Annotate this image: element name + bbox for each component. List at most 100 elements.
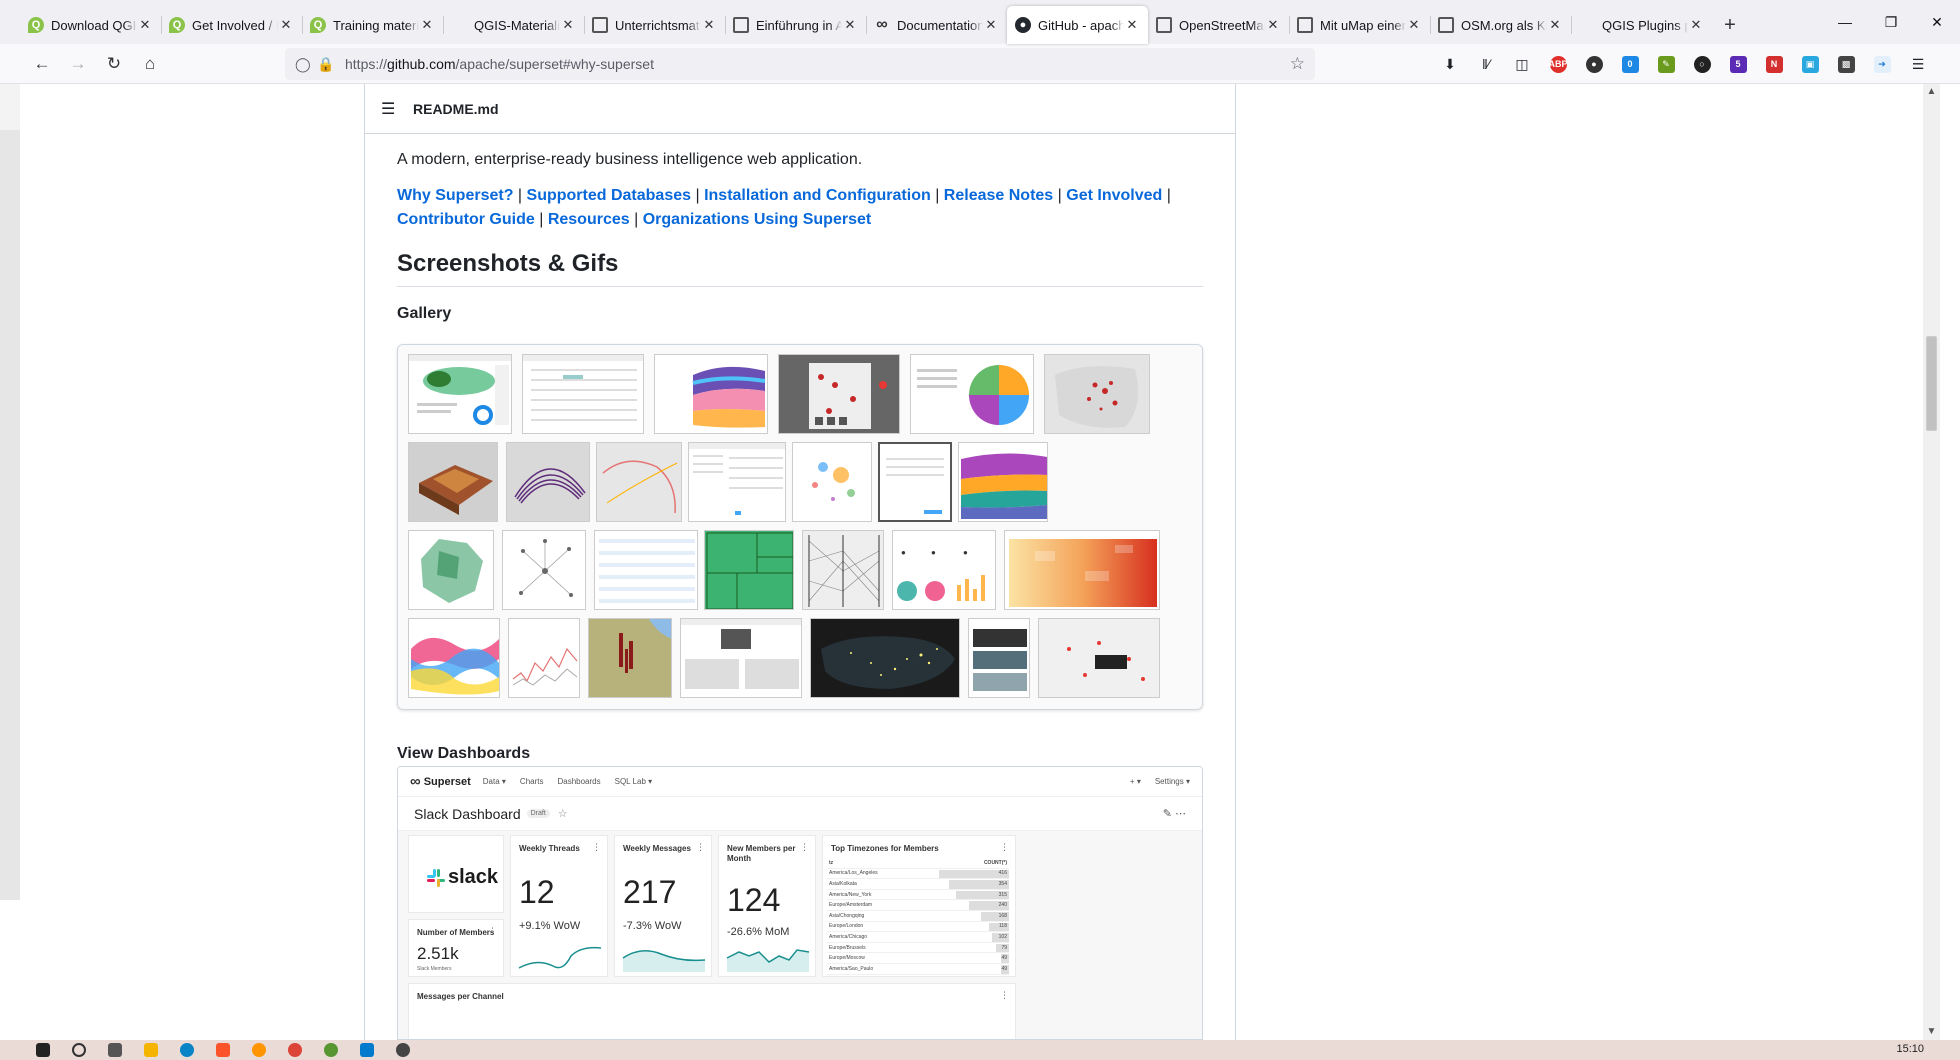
gallery-thumb-3d-bars[interactable]	[588, 618, 672, 698]
gallery-thumb-dashboard-dark[interactable]	[778, 354, 900, 434]
qr-code-icon[interactable]: ▩	[1828, 48, 1864, 80]
gallery-thumb-night-lights[interactable]	[810, 618, 960, 698]
gallery-thumb-explore[interactable]	[688, 442, 786, 522]
gallery-thumb-network[interactable]	[502, 530, 586, 610]
privacy-badger-icon[interactable]: ●	[1576, 48, 1612, 80]
edge-icon[interactable]	[180, 1043, 194, 1057]
gallery-thumb-table[interactable]	[522, 354, 644, 434]
home-button[interactable]: ⌂	[132, 48, 168, 80]
gallery-thumb-parallel[interactable]	[802, 530, 884, 610]
tab-close-icon[interactable]: ✕	[278, 17, 294, 33]
gallery-thumb-pivot-table[interactable]	[594, 530, 698, 610]
browser-tab[interactable]: Einführung in Ai ✕	[725, 6, 866, 44]
tab-close-icon[interactable]: ✕	[983, 17, 999, 33]
gallery-thumb-path-map[interactable]	[596, 442, 682, 522]
tab-close-icon[interactable]: ✕	[419, 17, 435, 33]
browser-tab[interactable]: ∞ Documentation ✕	[866, 6, 1007, 44]
gallery-thumb-treemap[interactable]	[704, 530, 794, 610]
shield-icon[interactable]: ◯	[295, 56, 317, 73]
extension-camera-icon[interactable]: ▣	[1792, 48, 1828, 80]
browser-tab[interactable]: Q Get Involved / D ✕	[161, 6, 302, 44]
gallery-thumb-tooltip-map[interactable]	[1038, 618, 1160, 698]
downloads-icon[interactable]: ⬇	[1432, 48, 1468, 80]
dashboard-preview-image[interactable]: ∞ Superset Data ▾ Charts Dashboards SQL L…	[397, 766, 1203, 1040]
gallery-thumb-dashboard-light[interactable]	[680, 618, 802, 698]
gallery-thumb-modal[interactable]	[878, 442, 952, 522]
outline-list-icon[interactable]: ☰	[381, 99, 395, 119]
readme-link[interactable]: Supported Databases	[527, 187, 691, 204]
restore-button[interactable]: ❐	[1868, 0, 1914, 44]
readme-link[interactable]: Organizations Using Superset	[643, 211, 871, 228]
gallery-image[interactable]: ● ● ●	[397, 344, 1203, 710]
browser-tab[interactable]: OpenStreetMap ✕	[1148, 6, 1289, 44]
gallery-thumb-line-chart[interactable]	[508, 618, 580, 698]
gallery-thumb-bubble[interactable]	[792, 442, 872, 522]
browser-tab[interactable]: Q Download QGIS ✕	[20, 6, 161, 44]
readme-link[interactable]: Contributor Guide	[397, 211, 535, 228]
search-icon[interactable]	[72, 1043, 86, 1057]
readme-link[interactable]: Resources	[548, 211, 630, 228]
extension-globe-icon[interactable]: ○	[1684, 48, 1720, 80]
chrome-icon[interactable]	[288, 1043, 302, 1057]
back-button[interactable]: ←	[24, 48, 60, 80]
library-icon[interactable]: ‖⁄	[1468, 48, 1504, 80]
gallery-thumb-france-map[interactable]	[408, 530, 494, 610]
brave-icon[interactable]	[216, 1043, 230, 1057]
extension-pencil-icon[interactable]: ✎	[1648, 48, 1684, 80]
tab-close-icon[interactable]: ✕	[1547, 17, 1563, 33]
gallery-thumb-area-stack[interactable]	[958, 442, 1048, 522]
extension-arrow-icon[interactable]: ➔	[1864, 48, 1900, 80]
menu-icon[interactable]: ☰	[1900, 48, 1936, 80]
gallery-thumb-kpis[interactable]: ● ● ●	[892, 530, 996, 610]
reload-button[interactable]: ↻	[96, 48, 132, 80]
tab-close-icon[interactable]: ✕	[842, 17, 858, 33]
close-window-button[interactable]: ✕	[1914, 0, 1960, 44]
vscode-icon[interactable]	[360, 1043, 374, 1057]
adblock-icon[interactable]: ABP	[1540, 48, 1576, 80]
readme-link[interactable]: Get Involved	[1066, 187, 1162, 204]
browser-tab[interactable]: Mit uMap einen ✕	[1289, 6, 1430, 44]
gallery-thumb-heatmap[interactable]	[1004, 530, 1160, 610]
tab-close-icon[interactable]: ✕	[137, 17, 153, 33]
start-icon[interactable]	[36, 1043, 50, 1057]
extension-news-icon[interactable]: N	[1756, 48, 1792, 80]
tab-close-icon[interactable]: ✕	[1688, 17, 1704, 33]
browser-tab[interactable]: QGIS Plugins planet✕	[1571, 6, 1712, 44]
scroll-up-icon[interactable]: ▲	[1923, 86, 1940, 97]
bookmark-star-icon[interactable]: ☆	[1290, 54, 1305, 74]
readme-link[interactable]: Installation and Configuration	[704, 187, 931, 204]
scroll-down-icon[interactable]: ▼	[1923, 1026, 1940, 1037]
tab-close-icon[interactable]: ✕	[1124, 17, 1140, 33]
readme-link[interactable]: Why Superset?	[397, 187, 513, 204]
readme-link[interactable]: Release Notes	[944, 187, 1053, 204]
gallery-thumb-stream-colors[interactable]	[408, 618, 500, 698]
browser-tab[interactable]: OSM.org als Kar✕	[1430, 6, 1571, 44]
url-text[interactable]: https://github.com/apache/superset#why-s…	[345, 56, 1290, 72]
file-explorer-icon[interactable]	[144, 1043, 158, 1057]
gallery-thumb-world-map[interactable]	[408, 354, 512, 434]
forward-button[interactable]: →	[60, 48, 96, 80]
browser-tab[interactable]: ● GitHub - apache ✕	[1007, 6, 1148, 44]
gallery-thumb-chord[interactable]	[910, 354, 1034, 434]
browser-tab[interactable]: Q Training material✕	[302, 6, 443, 44]
tab-close-icon[interactable]: ✕	[1406, 17, 1422, 33]
address-bar[interactable]: ◯ 🔒 https://github.com/apache/superset#w…	[285, 48, 1315, 80]
scrollbar-thumb[interactable]	[1926, 336, 1937, 431]
gallery-thumb-small-maps[interactable]	[968, 618, 1030, 698]
extension-purple-icon[interactable]: 5	[1720, 48, 1756, 80]
gallery-thumb-streamgraph[interactable]	[654, 354, 768, 434]
tab-close-icon[interactable]: ✕	[560, 17, 576, 33]
new-tab-button[interactable]: +	[1712, 6, 1748, 44]
gallery-thumb-3d-hexagon[interactable]	[408, 442, 498, 522]
sidebar-icon[interactable]: ◫	[1504, 48, 1540, 80]
browser-tab[interactable]: Unterrichtsmate ✕	[584, 6, 725, 44]
gallery-thumb-arcs[interactable]	[506, 442, 590, 522]
lock-icon[interactable]: 🔒	[317, 56, 339, 73]
firefox-icon[interactable]	[252, 1043, 266, 1057]
qgis-taskbar-icon[interactable]	[324, 1043, 338, 1057]
gallery-thumb-point-map[interactable]	[1044, 354, 1150, 434]
extension-blue-icon[interactable]: 0	[1612, 48, 1648, 80]
task-view-icon[interactable]	[108, 1043, 122, 1057]
tab-close-icon[interactable]: ✕	[1265, 17, 1281, 33]
minimize-button[interactable]: —	[1822, 0, 1868, 44]
